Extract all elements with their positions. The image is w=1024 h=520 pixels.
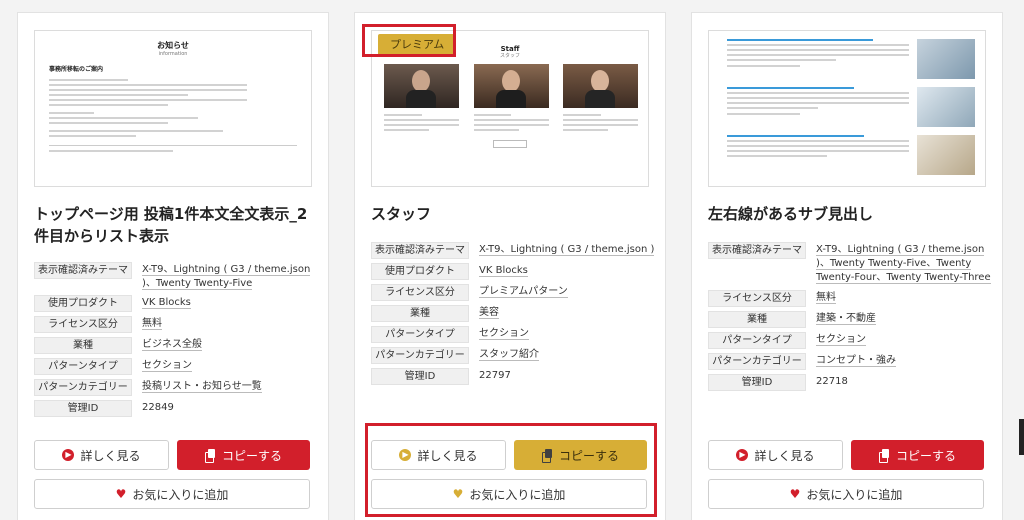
card-title[interactable]: トップページ用 投稿1件本文全文表示_2件目からリスト表示 xyxy=(34,203,316,247)
favorite-button-label: お気に入りに追加 xyxy=(469,487,566,502)
meta-key: 管理ID xyxy=(371,368,469,385)
pattern-thumbnail[interactable]: お知らせ information 事務所移転のご案内 xyxy=(34,30,312,187)
copy-icon xyxy=(878,449,890,463)
meta-value: 無料 xyxy=(816,292,836,304)
detail-button[interactable]: ▶ 詳しく見る xyxy=(708,440,843,470)
thumb-post-title: 事務所移転のご案内 xyxy=(49,66,104,73)
meta-key: パターンタイプ xyxy=(708,332,806,349)
detail-button-label: 詳しく見る xyxy=(417,448,478,463)
meta-key: パターンカテゴリー xyxy=(708,353,806,370)
favorite-button[interactable]: ♥ お気に入りに追加 xyxy=(708,479,984,509)
copy-icon xyxy=(204,449,216,463)
meta-value: 美容 xyxy=(479,307,499,319)
meta-key: 業種 xyxy=(34,337,132,354)
detail-button[interactable]: ▶ 詳しく見る xyxy=(34,440,169,470)
meta-value: 22718 xyxy=(816,376,848,387)
meta-list: 表示確認済みテーマ X-T9、Lightning ( G3 / theme.jso… xyxy=(371,242,657,389)
pattern-card-3: 左右線があるサブ見出し 表示確認済みテーマ X-T9、Lightning ( G3… xyxy=(691,12,1003,520)
meta-value: コンセプト・強み xyxy=(816,355,896,367)
meta-key: 使用プロダクト xyxy=(34,295,132,312)
copy-button-label: コピーする xyxy=(558,448,619,463)
meta-value: X-T9、Lightning ( G3 / theme.json )、Twent… xyxy=(816,244,991,284)
staff-card xyxy=(473,64,549,134)
meta-list: 表示確認済みテーマ X-T9、Lightning ( G3 / theme.jso… xyxy=(708,242,994,395)
arrow-right-circle-icon: ▶ xyxy=(399,449,412,461)
meta-value: 建築・不動産 xyxy=(816,313,876,325)
detail-button[interactable]: ▶ 詳しく見る xyxy=(371,440,506,470)
copy-button-label: コピーする xyxy=(221,448,282,463)
meta-value: VK Blocks xyxy=(479,265,528,277)
thumb-subheading: information xyxy=(158,51,188,57)
meta-key: 業種 xyxy=(371,305,469,322)
heart-icon: ♥ xyxy=(115,487,127,501)
meta-key: パターンカテゴリー xyxy=(371,347,469,364)
pattern-card-2: Staff スタッフ プレミアム スタッフ 表示確認済みテーマ X-T9、Ligh… xyxy=(354,12,666,520)
meta-value: X-T9、Lightning ( G3 / theme.json )、Twent… xyxy=(142,264,311,290)
staff-card xyxy=(563,64,638,134)
heart-icon: ♥ xyxy=(789,487,801,501)
meta-key: 業種 xyxy=(708,311,806,328)
copy-icon xyxy=(541,449,553,463)
meta-key: ライセンス区分 xyxy=(371,284,469,301)
staff-photo xyxy=(563,64,638,108)
meta-key: 表示確認済みテーマ xyxy=(708,242,806,259)
favorite-button[interactable]: ♥ お気に入りに追加 xyxy=(34,479,310,509)
meta-value: 22797 xyxy=(479,370,511,381)
meta-key: パターンカテゴリー xyxy=(34,379,132,396)
detail-button-label: 詳しく見る xyxy=(754,448,815,463)
meta-list: 表示確認済みテーマ X-T9、Lightning ( G3 / theme.jso… xyxy=(34,262,320,421)
meta-value: スタッフ紹介 xyxy=(479,349,539,361)
pattern-thumbnail[interactable] xyxy=(708,30,986,187)
meta-value: セクション xyxy=(479,328,529,340)
staff-photo xyxy=(473,64,549,108)
scrollbar-thumb[interactable] xyxy=(1019,419,1024,455)
meta-value: ビジネス全般 xyxy=(142,339,202,351)
staff-card xyxy=(384,64,459,134)
meta-key: ライセンス区分 xyxy=(708,290,806,307)
staff-photo xyxy=(384,64,459,108)
detail-button-label: 詳しく見る xyxy=(80,448,141,463)
meta-key: 表示確認済みテーマ xyxy=(371,242,469,259)
pattern-card-1: お知らせ information 事務所移転のご案内 トップページ用 投稿1件本… xyxy=(17,12,329,520)
meta-value: セクション xyxy=(142,360,192,372)
arrow-right-circle-icon: ▶ xyxy=(736,449,749,461)
thumb-heading: お知らせ xyxy=(157,41,189,50)
copy-button[interactable]: コピーする xyxy=(177,440,310,470)
card-title[interactable]: 左右線があるサブ見出し xyxy=(708,203,990,225)
copy-button[interactable]: コピーする xyxy=(514,440,647,470)
card-title[interactable]: スタッフ xyxy=(371,203,653,225)
meta-value: VK Blocks xyxy=(142,297,191,309)
arrow-right-circle-icon: ▶ xyxy=(62,449,75,461)
meta-key: 管理ID xyxy=(708,374,806,391)
meta-key: パターンタイプ xyxy=(371,326,469,343)
meta-value: 22849 xyxy=(142,402,174,413)
copy-button[interactable]: コピーする xyxy=(851,440,984,470)
favorite-button-label: お気に入りに追加 xyxy=(132,487,229,502)
meta-value: X-T9、Lightning ( G3 / theme.json ) xyxy=(479,244,655,256)
meta-key: 管理ID xyxy=(34,400,132,417)
heart-icon: ♥ xyxy=(452,487,464,501)
favorite-button-label: お気に入りに追加 xyxy=(806,487,903,502)
premium-badge: プレミアム xyxy=(378,34,457,56)
favorite-button[interactable]: ♥ お気に入りに追加 xyxy=(371,479,647,509)
meta-value: プレミアムパターン xyxy=(479,286,568,298)
meta-key: 使用プロダクト xyxy=(371,263,469,280)
meta-value: セクション xyxy=(816,334,866,346)
meta-key: パターンタイプ xyxy=(34,358,132,375)
pattern-thumbnail[interactable]: Staff スタッフ プレミアム xyxy=(371,30,649,187)
copy-button-label: コピーする xyxy=(895,448,956,463)
meta-value: 無料 xyxy=(142,318,162,330)
meta-key: ライセンス区分 xyxy=(34,316,132,333)
meta-value: 投稿リスト・お知らせ一覧 xyxy=(142,381,262,393)
meta-key: 表示確認済みテーマ xyxy=(34,262,132,279)
